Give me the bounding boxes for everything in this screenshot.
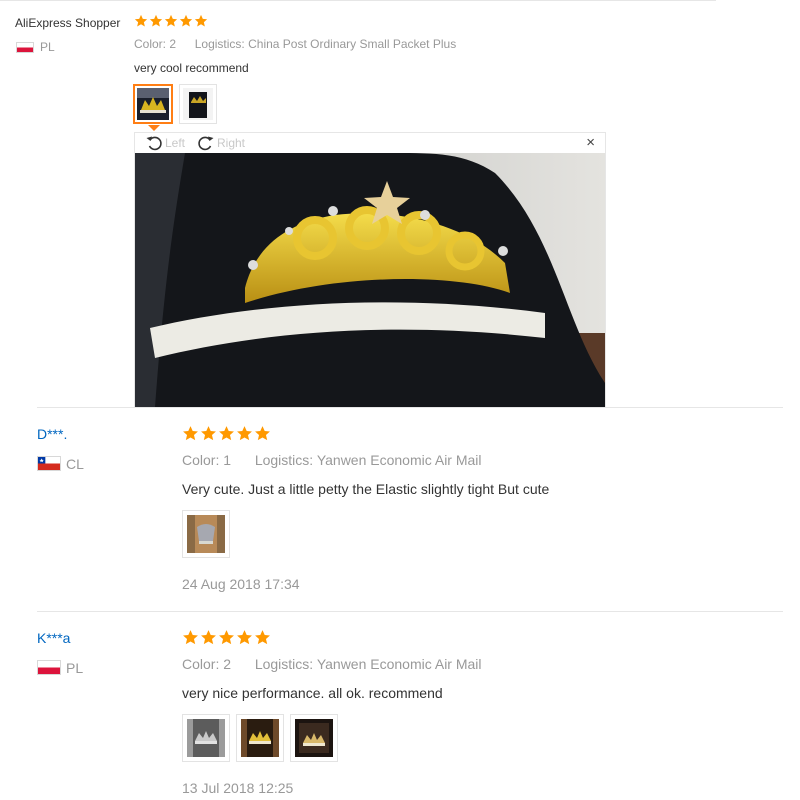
- star-icon: [182, 425, 199, 442]
- color-value: 2: [169, 37, 177, 51]
- color-label: Color:: [182, 656, 220, 672]
- review-photo-large: [135, 153, 605, 407]
- divider: [0, 0, 716, 1]
- rotate-right-icon: [198, 136, 214, 151]
- logistics-value: Yanwen Economic Air Mail: [316, 656, 482, 672]
- crown-photo: [295, 719, 333, 757]
- star-icon: [179, 14, 193, 28]
- rotate-left-icon: [146, 136, 162, 151]
- flag-cl-icon: [37, 456, 61, 471]
- review-photo-thumbnail[interactable]: [179, 84, 217, 124]
- star-rating: [182, 425, 271, 442]
- order-info: Color: 2 Logistics: Yanwen Economic Air …: [182, 656, 482, 672]
- rotate-left-button[interactable]: Left: [145, 135, 185, 151]
- photo-viewer: Left Right ×: [134, 132, 606, 407]
- rotate-right-label: Right: [217, 136, 246, 150]
- review-photo-thumbnail[interactable]: [236, 714, 284, 762]
- color-value: 2: [223, 656, 232, 672]
- crown-photo: [187, 719, 225, 757]
- star-icon: [149, 14, 163, 28]
- reviewer-name: AliExpress Shopper: [15, 16, 121, 30]
- logistics-label: Logistics:: [194, 37, 245, 51]
- star-icon: [236, 629, 253, 646]
- photo-viewer-toolbar: Left Right ×: [135, 133, 605, 153]
- review-date: 13 Jul 2018 12:25: [182, 780, 294, 796]
- logistics-value: China Post Ordinary Small Packet Plus: [248, 37, 457, 51]
- crown-photo: [183, 88, 213, 120]
- review-date: 24 Aug 2018 17:34: [182, 576, 300, 592]
- star-icon: [236, 425, 253, 442]
- review-text: Very cute. Just a little petty the Elast…: [182, 481, 550, 497]
- star-rating: [134, 14, 208, 28]
- order-info: Color: 2 Logistics: China Post Ordinary …: [134, 37, 456, 51]
- star-icon: [254, 629, 271, 646]
- crown-photo: [137, 88, 169, 120]
- review-photo-thumbnail-selected[interactable]: [133, 84, 173, 124]
- star-icon: [254, 425, 271, 442]
- crown-photo: [187, 515, 225, 553]
- reviewer-name[interactable]: K***a: [37, 630, 70, 646]
- order-info: Color: 1 Logistics: Yanwen Economic Air …: [182, 452, 482, 468]
- logistics-label: Logistics:: [254, 452, 314, 468]
- reviewer-country: CL: [66, 456, 84, 472]
- reviewer-name[interactable]: D***.: [37, 426, 67, 442]
- star-rating: [182, 629, 271, 646]
- star-icon: [194, 14, 208, 28]
- color-value: 1: [223, 452, 232, 468]
- divider: [37, 611, 783, 612]
- review-photo-thumbnail[interactable]: [182, 510, 230, 558]
- divider: [37, 407, 783, 408]
- star-icon: [182, 629, 199, 646]
- rotate-left-label: Left: [165, 136, 186, 150]
- star-icon: [200, 629, 217, 646]
- star-icon: [200, 425, 217, 442]
- reviewer-country: PL: [66, 660, 84, 676]
- review-photo-thumbnail[interactable]: [182, 714, 230, 762]
- star-icon: [218, 425, 235, 442]
- reviewer-country: PL: [40, 40, 55, 54]
- star-icon: [134, 14, 148, 28]
- review-text: very nice performance. all ok. recommend: [182, 685, 443, 701]
- star-icon: [218, 629, 235, 646]
- close-icon[interactable]: ×: [586, 134, 595, 151]
- thumbnail-pointer: [148, 125, 160, 131]
- logistics-label: Logistics:: [254, 656, 314, 672]
- review-text: very cool recommend: [134, 61, 249, 75]
- color-label: Color:: [182, 452, 220, 468]
- crown-photo: [241, 719, 279, 757]
- color-label: Color:: [134, 37, 167, 51]
- flag-pl-icon: [37, 660, 61, 675]
- star-icon: [164, 14, 178, 28]
- review-photo-thumbnail[interactable]: [290, 714, 338, 762]
- rotate-right-button[interactable]: Right: [197, 135, 245, 151]
- logistics-value: Yanwen Economic Air Mail: [316, 452, 482, 468]
- flag-pl-icon: [16, 42, 34, 53]
